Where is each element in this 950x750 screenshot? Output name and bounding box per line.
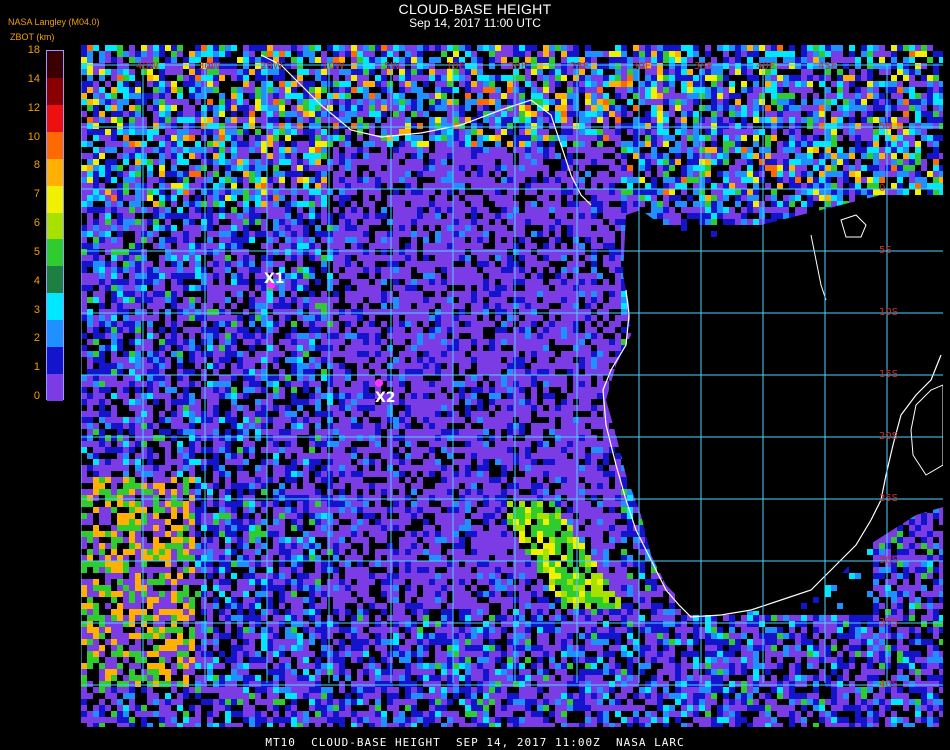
latitude-label: 20S — [879, 431, 898, 442]
colorbar-tick-label: 5 — [33, 245, 40, 258]
colorbar-segment — [47, 77, 63, 105]
colorbar-tick-label: 1 — [33, 361, 40, 374]
colorbar-tick-label: 4 — [33, 274, 40, 287]
colorbar-segment — [47, 131, 63, 159]
latitude-label: 5N — [879, 121, 893, 132]
colorbar-segment — [47, 374, 63, 402]
colorbar-tick-label: 10 — [27, 130, 40, 143]
colorbar-tick-label: 0 — [33, 390, 40, 402]
colorbar-segment — [47, 51, 63, 78]
colorbar-tick-label: 12 — [27, 101, 40, 114]
colorbar-segment — [47, 185, 63, 213]
colorbar-segment — [47, 293, 63, 321]
longitude-label: 30E — [632, 61, 651, 72]
colorbar-legend — [46, 50, 64, 402]
colorbar-tick-label: 7 — [33, 188, 40, 201]
unit-label: ZBOT (km) — [10, 32, 55, 42]
colorbar-segment — [47, 158, 63, 186]
footer-caption: MT10 CLOUD-BASE HEIGHT SEP 14, 2017 11:0… — [265, 736, 685, 749]
colorbar-tick-label: 6 — [33, 217, 40, 229]
site-label-x1: X1 — [264, 271, 285, 287]
colorbar-tick-label: 18 — [27, 44, 40, 56]
latitude-label: 5S — [879, 245, 892, 256]
longitude-label: 35E — [694, 61, 713, 72]
colorbar-segment — [47, 212, 63, 240]
longitude-label: 10E — [446, 61, 465, 72]
colorbar-tick-label: 14 — [27, 72, 40, 85]
source-label: NASA Langley (M04.0) — [8, 17, 100, 27]
colorbar-tick-label: 3 — [33, 303, 40, 316]
longitude-label: 20E — [508, 61, 527, 72]
longitude-label: 30W — [198, 61, 221, 72]
longitude-label: 45E — [818, 61, 837, 72]
latitude-label: 35S — [879, 617, 898, 628]
longitude-label: 25E — [570, 61, 589, 72]
site-label-x2: X2 — [375, 390, 396, 406]
page-title: CLOUD-BASE HEIGHT — [398, 1, 552, 17]
colorbar-segment — [47, 266, 63, 294]
latitude-label: 15S — [879, 369, 898, 380]
colorbar-segment — [47, 347, 63, 375]
longitude-label: 5W — [384, 61, 400, 72]
latitude-label: 0 — [879, 183, 885, 194]
colorbar-segment — [47, 104, 63, 132]
page-subtitle: Sep 14, 2017 11:00 UTC — [409, 16, 541, 30]
colorbar-tick-label: 8 — [33, 159, 40, 172]
longitude-label: 40W — [136, 61, 159, 72]
longitude-label: 40E — [756, 61, 775, 72]
satellite-map[interactable]: 40W 30W 20W 10W 5W 10E 20E 25E 30E 35E 40E 45E 5N 0 5S… — [81, 45, 943, 727]
colorbar-segment — [47, 320, 63, 348]
latitude-label: 25S — [879, 493, 898, 504]
site-marker-x2[interactable] — [375, 379, 383, 387]
colorbar-tick-label: 2 — [33, 332, 40, 345]
latitude-label: 10S — [879, 307, 898, 318]
latitude-label: 30S — [879, 555, 898, 566]
longitude-label: 20W — [260, 61, 283, 72]
latitude-label: 40S — [879, 679, 898, 690]
colorbar-segment — [47, 239, 63, 267]
longitude-label: 10W — [322, 61, 345, 72]
